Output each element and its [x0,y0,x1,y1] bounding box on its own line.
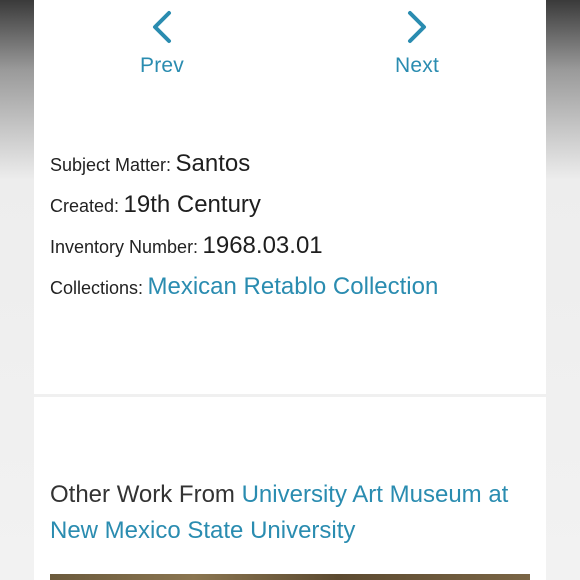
collections-label: Collections: [50,278,144,298]
chevron-right-icon [357,10,477,44]
artwork-thumbnail[interactable] [50,574,530,580]
next-button[interactable]: Next [357,10,477,78]
chevron-left-icon [102,10,222,44]
subject-matter-label: Subject Matter: [50,155,172,175]
other-work-card: Other Work From University Art Museum at… [34,397,546,580]
other-work-heading: Other Work From University Art Museum at… [50,477,536,549]
inventory-number-label: Inventory Number: [50,237,199,257]
created-value: 19th Century [123,191,261,218]
created-label: Created: [50,196,120,216]
created-row: Created: 19th Century [50,191,438,232]
collection-link[interactable]: Mexican Retablo Collection [148,273,439,300]
next-label: Next [395,54,439,77]
inventory-number-value: 1968.03.01 [202,232,323,259]
collections-row: Collections: Mexican Retablo Collection [50,273,438,314]
prev-label: Prev [140,54,184,77]
prev-button[interactable]: Prev [102,10,222,78]
subject-matter-value: Santos [175,150,251,177]
subject-matter-row: Subject Matter: Santos [50,150,438,191]
other-work-prefix: Other Work From [50,481,235,508]
artwork-metadata: Subject Matter: Santos Created: 19th Cen… [50,150,438,314]
inventory-number-row: Inventory Number: 1968.03.01 [50,232,438,273]
artwork-details-card: Prev Next Subject Matter: Santos Created… [34,0,546,394]
